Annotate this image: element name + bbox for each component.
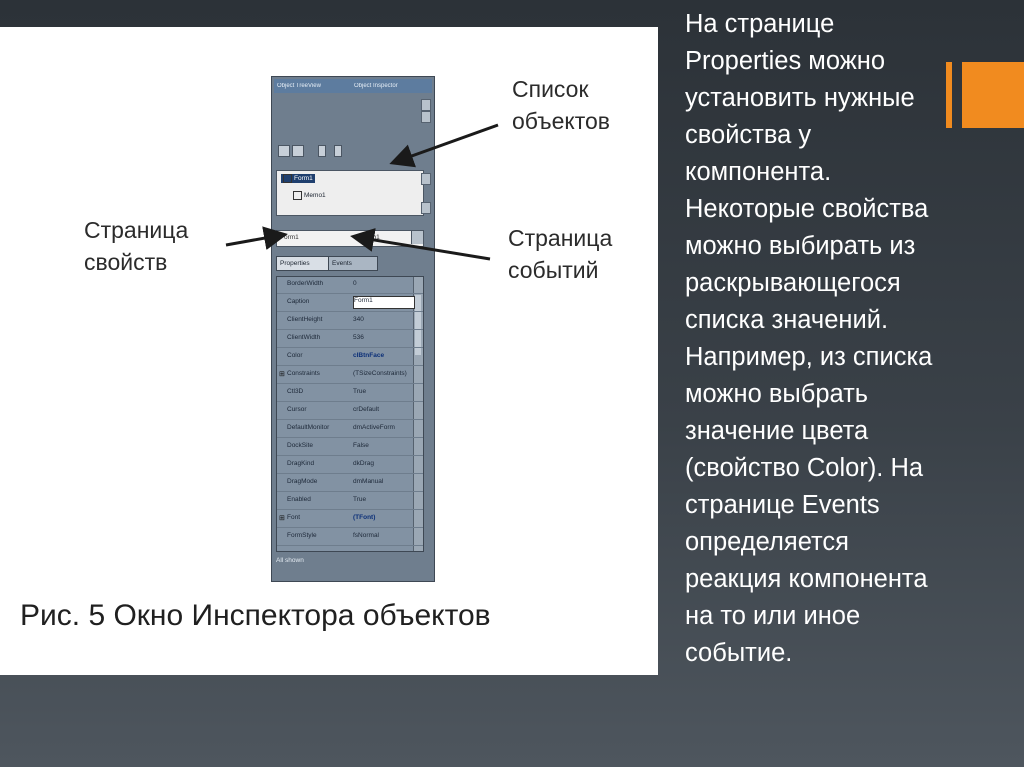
label-objects-list: Список объектов bbox=[512, 73, 610, 137]
arrow-to-object-tree bbox=[389, 123, 499, 168]
label-properties-page-line2: свойств bbox=[84, 249, 168, 275]
arrow-to-properties-tab bbox=[225, 226, 288, 250]
label-events-page-line2: событий bbox=[508, 257, 599, 283]
slide-text-line: установить нужные bbox=[685, 84, 915, 112]
label-events-page-line1: Страница bbox=[508, 225, 613, 251]
slide-text-line: можно выбирать из bbox=[685, 232, 916, 260]
slide-text-line: странице Events bbox=[685, 491, 880, 519]
figure-caption: Рис. 5 Окно Инспектора объектов bbox=[20, 599, 491, 632]
slide-text-line: раскрывающегося bbox=[685, 269, 901, 297]
label-properties-page: Страница свойств bbox=[84, 214, 188, 278]
slide-text-line: можно выбрать bbox=[685, 380, 869, 408]
slide-text-line: значение цвета bbox=[685, 417, 869, 445]
slide-text-line: определяется bbox=[685, 528, 849, 556]
slide-text-line: (свойство Color). На bbox=[685, 454, 924, 482]
label-events-page: Страница событий bbox=[508, 222, 612, 286]
slide-text-line: Например, из списка bbox=[685, 343, 933, 371]
arrow-to-events-tab bbox=[350, 228, 491, 261]
slide-text-line: реакция компонента bbox=[685, 565, 928, 593]
label-objects-list-line1: Список bbox=[512, 76, 589, 102]
label-properties-page-line1: Страница bbox=[84, 217, 189, 243]
slide-text-line: На странице bbox=[685, 10, 835, 38]
slide-text-line: на то или иное bbox=[685, 602, 861, 630]
slide-body-text: На странице Properties можно установить ну… bbox=[685, 6, 1015, 672]
label-objects-list-line2: объектов bbox=[512, 108, 610, 134]
slide-text-line: компонента. bbox=[685, 158, 832, 186]
slide-text-line: списка значений. bbox=[685, 306, 889, 334]
slide-text-line: событие. bbox=[685, 639, 793, 667]
slide-text-line: свойства у bbox=[685, 121, 812, 149]
slide-text-line: Properties можно bbox=[685, 47, 886, 75]
slide-text-line: Некоторые свойства bbox=[685, 195, 929, 223]
figure-panel: Object TreeView Object Inspector Form1 M… bbox=[0, 27, 658, 675]
